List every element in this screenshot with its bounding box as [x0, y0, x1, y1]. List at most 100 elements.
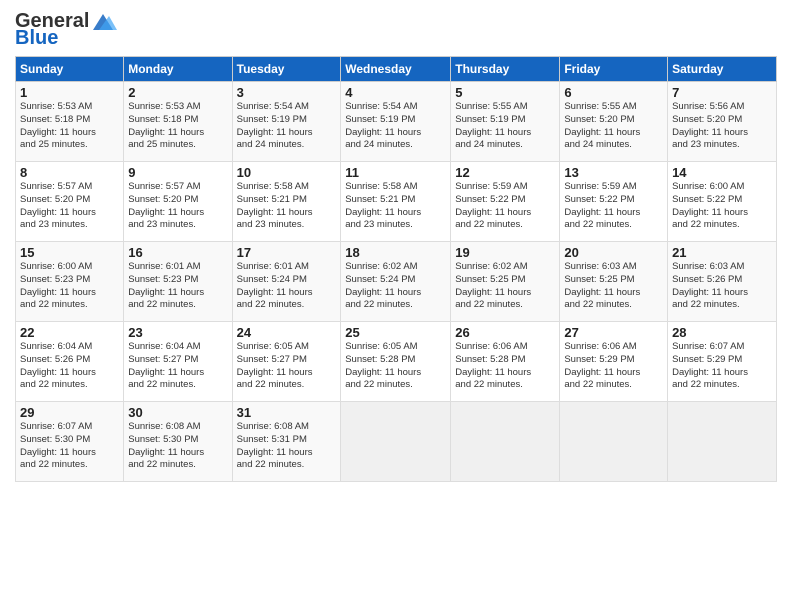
logo-icon	[89, 12, 117, 32]
table-row	[560, 402, 668, 482]
table-row: 9 Sunrise: 5:57 AMSunset: 5:20 PMDayligh…	[124, 162, 232, 242]
table-row: 19 Sunrise: 6:02 AMSunset: 5:25 PMDaylig…	[451, 242, 560, 322]
day-number: 25	[345, 325, 446, 340]
day-info: Sunrise: 5:56 AMSunset: 5:20 PMDaylight:…	[672, 101, 748, 150]
day-info: Sunrise: 5:53 AMSunset: 5:18 PMDaylight:…	[128, 101, 204, 150]
day-info: Sunrise: 6:07 AMSunset: 5:30 PMDaylight:…	[20, 421, 96, 470]
table-row	[668, 402, 777, 482]
day-number: 13	[564, 165, 663, 180]
day-number: 14	[672, 165, 772, 180]
col-header-tuesday: Tuesday	[232, 57, 341, 82]
day-number: 9	[128, 165, 227, 180]
table-row: 14 Sunrise: 6:00 AMSunset: 5:22 PMDaylig…	[668, 162, 777, 242]
day-info: Sunrise: 5:54 AMSunset: 5:19 PMDaylight:…	[237, 101, 313, 150]
day-number: 6	[564, 85, 663, 100]
table-row: 21 Sunrise: 6:03 AMSunset: 5:26 PMDaylig…	[668, 242, 777, 322]
col-header-friday: Friday	[560, 57, 668, 82]
logo: General Blue	[15, 10, 117, 50]
table-row: 7 Sunrise: 5:56 AMSunset: 5:20 PMDayligh…	[668, 82, 777, 162]
day-info: Sunrise: 6:06 AMSunset: 5:29 PMDaylight:…	[564, 341, 640, 390]
table-row: 18 Sunrise: 6:02 AMSunset: 5:24 PMDaylig…	[341, 242, 451, 322]
day-number: 8	[20, 165, 119, 180]
table-row: 31 Sunrise: 6:08 AMSunset: 5:31 PMDaylig…	[232, 402, 341, 482]
day-info: Sunrise: 6:05 AMSunset: 5:28 PMDaylight:…	[345, 341, 421, 390]
table-row: 1 Sunrise: 5:53 AMSunset: 5:18 PMDayligh…	[16, 82, 124, 162]
col-header-monday: Monday	[124, 57, 232, 82]
day-info: Sunrise: 6:02 AMSunset: 5:25 PMDaylight:…	[455, 261, 531, 310]
day-info: Sunrise: 6:06 AMSunset: 5:28 PMDaylight:…	[455, 341, 531, 390]
table-row: 17 Sunrise: 6:01 AMSunset: 5:24 PMDaylig…	[232, 242, 341, 322]
col-header-saturday: Saturday	[668, 57, 777, 82]
day-number: 31	[237, 405, 337, 420]
table-row: 6 Sunrise: 5:55 AMSunset: 5:20 PMDayligh…	[560, 82, 668, 162]
table-row: 22 Sunrise: 6:04 AMSunset: 5:26 PMDaylig…	[16, 322, 124, 402]
day-number: 7	[672, 85, 772, 100]
table-row: 13 Sunrise: 5:59 AMSunset: 5:22 PMDaylig…	[560, 162, 668, 242]
day-info: Sunrise: 6:02 AMSunset: 5:24 PMDaylight:…	[345, 261, 421, 310]
day-number: 23	[128, 325, 227, 340]
day-number: 2	[128, 85, 227, 100]
table-row: 29 Sunrise: 6:07 AMSunset: 5:30 PMDaylig…	[16, 402, 124, 482]
day-info: Sunrise: 5:59 AMSunset: 5:22 PMDaylight:…	[455, 181, 531, 230]
day-info: Sunrise: 6:05 AMSunset: 5:27 PMDaylight:…	[237, 341, 313, 390]
table-row: 5 Sunrise: 5:55 AMSunset: 5:19 PMDayligh…	[451, 82, 560, 162]
table-row: 12 Sunrise: 5:59 AMSunset: 5:22 PMDaylig…	[451, 162, 560, 242]
day-info: Sunrise: 5:54 AMSunset: 5:19 PMDaylight:…	[345, 101, 421, 150]
col-header-sunday: Sunday	[16, 57, 124, 82]
table-row: 26 Sunrise: 6:06 AMSunset: 5:28 PMDaylig…	[451, 322, 560, 402]
table-row: 10 Sunrise: 5:58 AMSunset: 5:21 PMDaylig…	[232, 162, 341, 242]
day-info: Sunrise: 5:57 AMSunset: 5:20 PMDaylight:…	[128, 181, 204, 230]
day-number: 17	[237, 245, 337, 260]
day-info: Sunrise: 5:58 AMSunset: 5:21 PMDaylight:…	[237, 181, 313, 230]
day-number: 20	[564, 245, 663, 260]
day-number: 29	[20, 405, 119, 420]
day-number: 27	[564, 325, 663, 340]
table-row: 16 Sunrise: 6:01 AMSunset: 5:23 PMDaylig…	[124, 242, 232, 322]
logo-blue: Blue	[15, 27, 58, 50]
day-info: Sunrise: 6:07 AMSunset: 5:29 PMDaylight:…	[672, 341, 748, 390]
table-row: 4 Sunrise: 5:54 AMSunset: 5:19 PMDayligh…	[341, 82, 451, 162]
table-row: 11 Sunrise: 5:58 AMSunset: 5:21 PMDaylig…	[341, 162, 451, 242]
table-row: 3 Sunrise: 5:54 AMSunset: 5:19 PMDayligh…	[232, 82, 341, 162]
day-number: 24	[237, 325, 337, 340]
day-info: Sunrise: 6:01 AMSunset: 5:24 PMDaylight:…	[237, 261, 313, 310]
day-number: 22	[20, 325, 119, 340]
day-info: Sunrise: 5:53 AMSunset: 5:18 PMDaylight:…	[20, 101, 96, 150]
day-info: Sunrise: 5:57 AMSunset: 5:20 PMDaylight:…	[20, 181, 96, 230]
table-row	[341, 402, 451, 482]
table-row: 23 Sunrise: 6:04 AMSunset: 5:27 PMDaylig…	[124, 322, 232, 402]
day-number: 21	[672, 245, 772, 260]
day-number: 15	[20, 245, 119, 260]
day-info: Sunrise: 6:08 AMSunset: 5:31 PMDaylight:…	[237, 421, 313, 470]
day-info: Sunrise: 5:58 AMSunset: 5:21 PMDaylight:…	[345, 181, 421, 230]
header: General Blue	[15, 10, 777, 50]
day-number: 5	[455, 85, 555, 100]
day-info: Sunrise: 6:04 AMSunset: 5:26 PMDaylight:…	[20, 341, 96, 390]
day-info: Sunrise: 5:59 AMSunset: 5:22 PMDaylight:…	[564, 181, 640, 230]
day-info: Sunrise: 6:03 AMSunset: 5:25 PMDaylight:…	[564, 261, 640, 310]
day-number: 30	[128, 405, 227, 420]
day-info: Sunrise: 6:08 AMSunset: 5:30 PMDaylight:…	[128, 421, 204, 470]
day-number: 11	[345, 165, 446, 180]
table-row: 28 Sunrise: 6:07 AMSunset: 5:29 PMDaylig…	[668, 322, 777, 402]
day-number: 10	[237, 165, 337, 180]
day-number: 19	[455, 245, 555, 260]
day-number: 16	[128, 245, 227, 260]
table-row: 15 Sunrise: 6:00 AMSunset: 5:23 PMDaylig…	[16, 242, 124, 322]
day-info: Sunrise: 6:00 AMSunset: 5:22 PMDaylight:…	[672, 181, 748, 230]
day-number: 12	[455, 165, 555, 180]
table-row: 8 Sunrise: 5:57 AMSunset: 5:20 PMDayligh…	[16, 162, 124, 242]
table-row: 24 Sunrise: 6:05 AMSunset: 5:27 PMDaylig…	[232, 322, 341, 402]
table-row: 20 Sunrise: 6:03 AMSunset: 5:25 PMDaylig…	[560, 242, 668, 322]
calendar-table: SundayMondayTuesdayWednesdayThursdayFrid…	[15, 56, 777, 482]
day-number: 3	[237, 85, 337, 100]
col-header-thursday: Thursday	[451, 57, 560, 82]
day-number: 18	[345, 245, 446, 260]
table-row: 27 Sunrise: 6:06 AMSunset: 5:29 PMDaylig…	[560, 322, 668, 402]
table-row	[451, 402, 560, 482]
day-number: 1	[20, 85, 119, 100]
day-info: Sunrise: 6:01 AMSunset: 5:23 PMDaylight:…	[128, 261, 204, 310]
page-container: General Blue SundayMondayTuesdayWednesda…	[0, 0, 792, 492]
day-info: Sunrise: 6:04 AMSunset: 5:27 PMDaylight:…	[128, 341, 204, 390]
col-header-wednesday: Wednesday	[341, 57, 451, 82]
